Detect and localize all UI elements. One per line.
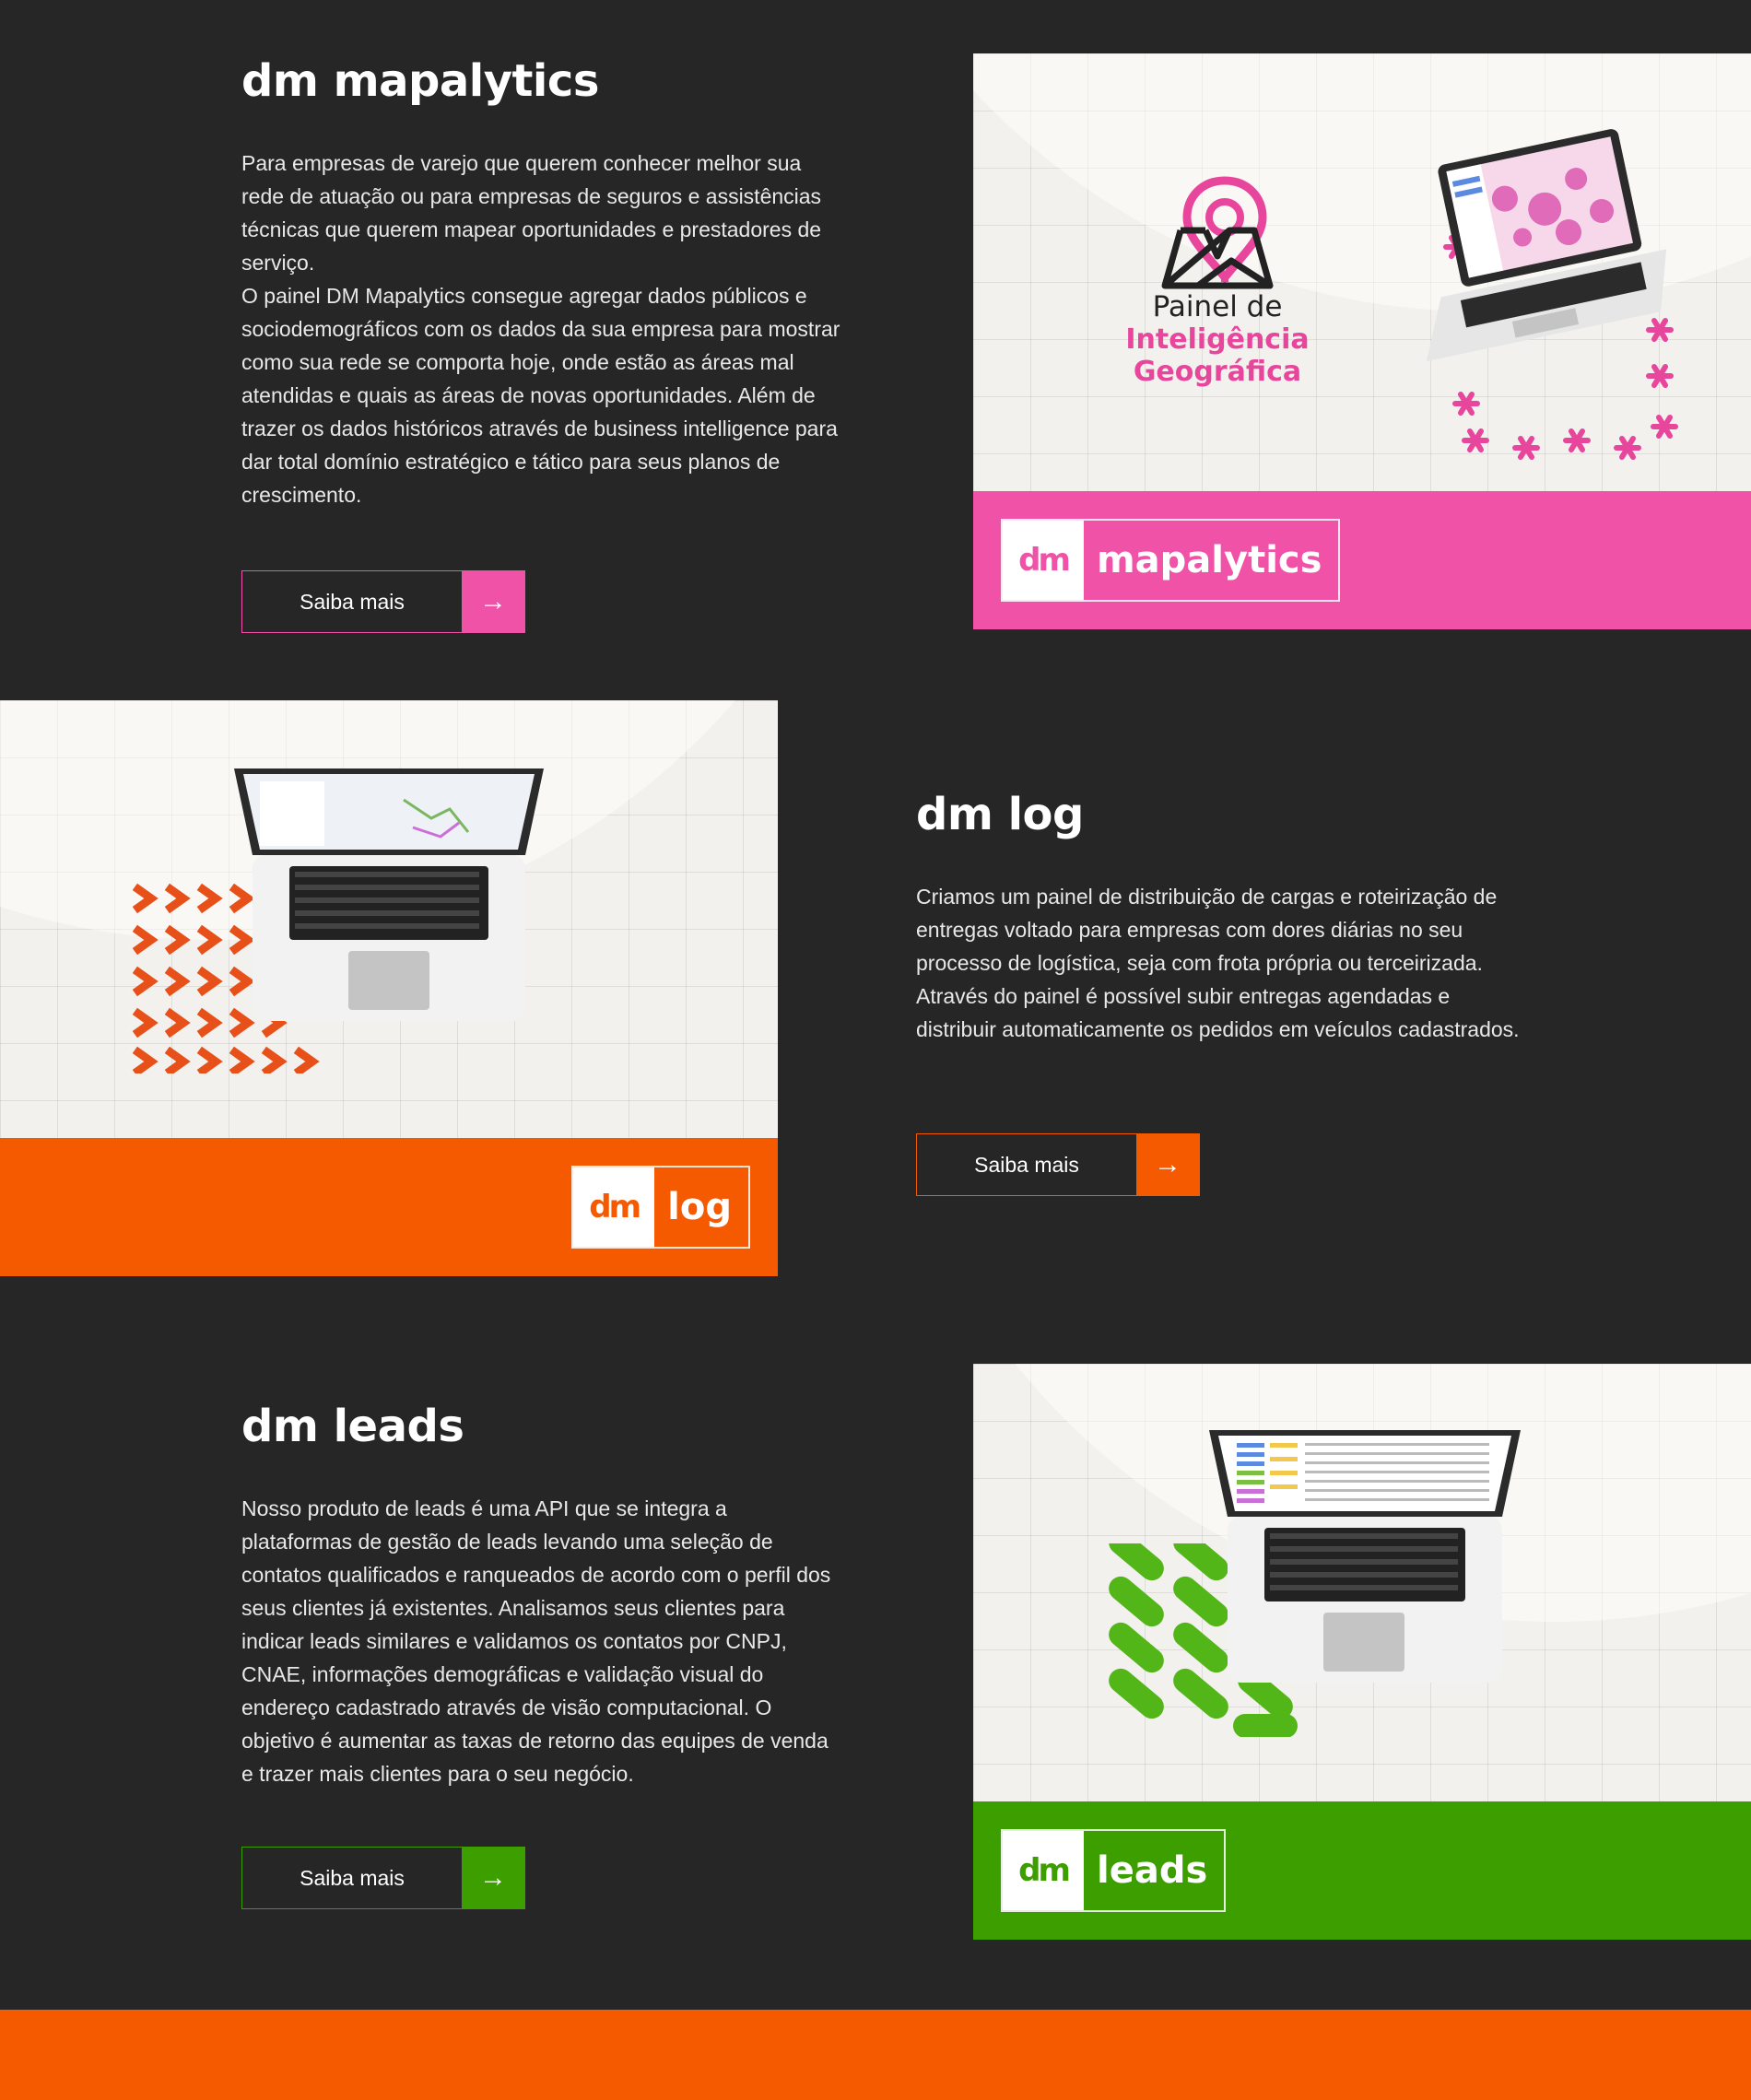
footer-bar (0, 2010, 1751, 2100)
dm-logo-mark: dm (1003, 1831, 1084, 1910)
leads-band: dm leads (973, 1801, 1751, 1940)
leads-description: Nosso produto de leads é uma API que se … (241, 1492, 840, 1790)
log-description: Criamos um painel de distribuição de car… (916, 880, 1534, 1046)
log-text: dm log Criamos um painel de distribuição… (916, 791, 1534, 1046)
mapalytics-button-label: Saiba mais (300, 589, 405, 614)
mapalytics-description: Para empresas de varejo que querem conhe… (241, 147, 840, 511)
mapalytics-band: dm mapalytics (973, 491, 1751, 629)
product-section-log: dm log dm log Criamos um painel de distr… (0, 700, 1751, 1290)
leads-logo-name: leads (1097, 1849, 1208, 1892)
mapalytics-logo-name: mapalytics (1097, 539, 1322, 581)
mapalytics-title: dm mapalytics (241, 55, 599, 107)
leads-logo: dm leads (1001, 1829, 1227, 1912)
laptop-icon (1426, 129, 1667, 362)
art-caption-line-3: Geográfica (1133, 356, 1302, 388)
folded-map-icon (1161, 227, 1274, 289)
log-band: dm log (0, 1138, 778, 1276)
log-title: dm log (916, 789, 1084, 840)
arrow-right-icon: → (1136, 1134, 1199, 1195)
arrow-right-icon: → (462, 571, 524, 632)
mapalytics-paragraph-2: O painel DM Mapalytics consegue agregar … (241, 283, 840, 507)
log-logo: dm log (571, 1166, 750, 1249)
mapalytics-saiba-mais-button[interactable]: Saiba mais → (241, 570, 525, 633)
mapalytics-card: Painel de Inteligência Geográfica dm map… (973, 53, 1751, 629)
leads-illustration (973, 1364, 1751, 1801)
log-logo-name: log (667, 1186, 732, 1228)
log-paragraph-1: Criamos um painel de distribuição de car… (916, 884, 1520, 1041)
mapalytics-paragraph-1: Para empresas de varejo que querem conhe… (241, 150, 822, 275)
mapalytics-illustration: Painel de Inteligência Geográfica (973, 53, 1751, 491)
leads-button-label: Saiba mais (300, 1865, 405, 1890)
mapalytics-text: dm mapalytics Para empresas de varejo qu… (241, 57, 840, 511)
laptop-icon (1209, 1430, 1521, 1683)
art-caption-line-2: Inteligência (1125, 323, 1310, 356)
laptop-icon (234, 768, 544, 1021)
leads-title: dm leads (241, 1401, 464, 1452)
dm-logo-mark: dm (1003, 521, 1084, 600)
product-section-mapalytics: dm mapalytics Para empresas de varejo qu… (0, 0, 1751, 682)
art-caption: Painel de Inteligência Geográfica (1121, 290, 1314, 389)
log-saiba-mais-button[interactable]: Saiba mais → (916, 1133, 1200, 1196)
leads-card: dm leads (973, 1364, 1751, 1940)
log-button-label: Saiba mais (974, 1152, 1079, 1177)
arrow-right-icon: → (462, 1848, 524, 1908)
mapalytics-logo: dm mapalytics (1001, 519, 1341, 602)
leads-text: dm leads Nosso produto de leads é uma AP… (241, 1402, 840, 1790)
log-card: dm log (0, 700, 778, 1276)
art-caption-line-1: Painel de (1152, 290, 1283, 323)
leads-saiba-mais-button[interactable]: Saiba mais → (241, 1847, 525, 1909)
dm-logo-mark: dm (573, 1167, 655, 1247)
leads-paragraph-1: Nosso produto de leads é uma API que se … (241, 1496, 831, 1786)
product-section-leads: dm leads Nosso produto de leads é uma AP… (0, 1364, 1751, 1953)
log-illustration (0, 700, 778, 1138)
